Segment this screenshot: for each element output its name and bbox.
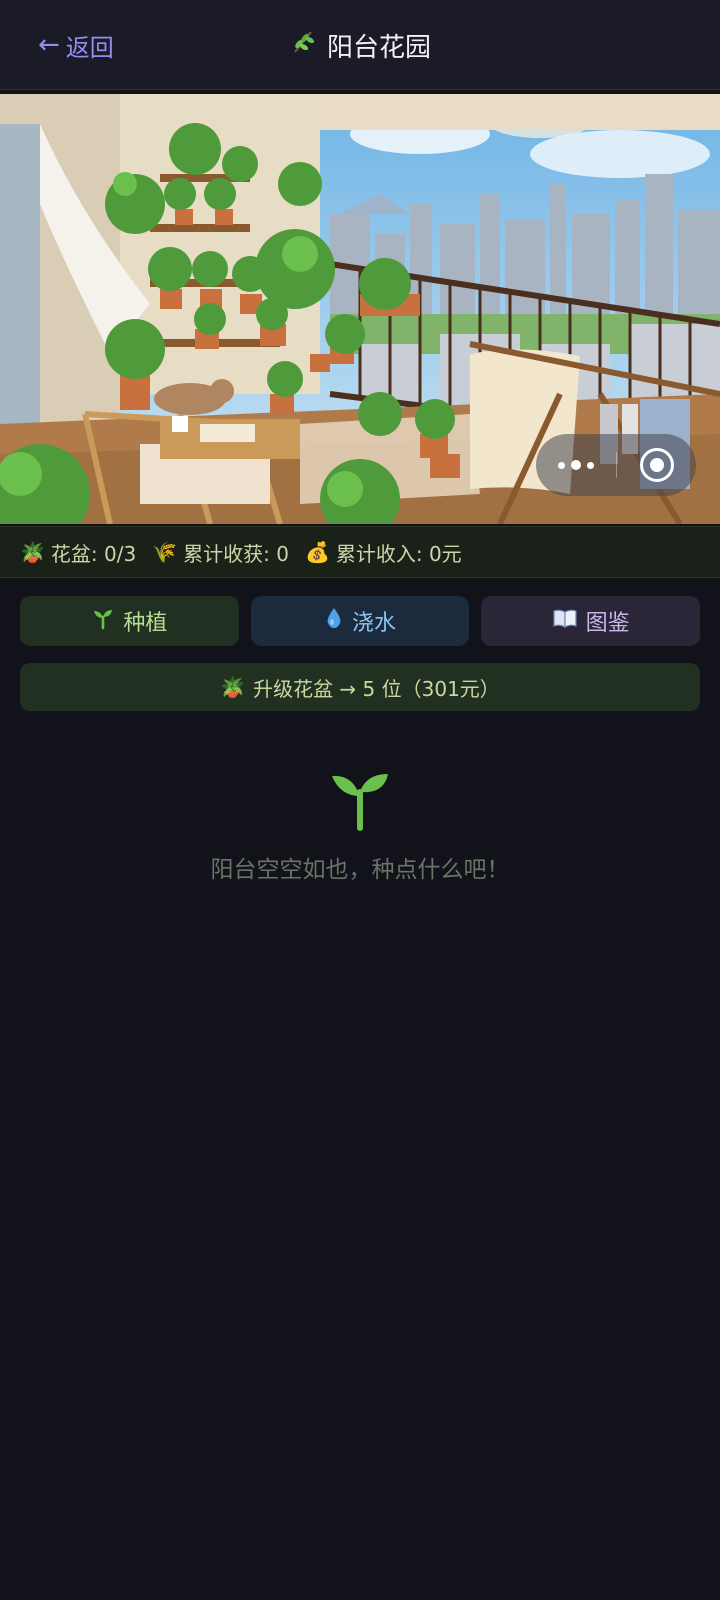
empty-state-message: 阳台空空如也，种点什么吧！ xyxy=(210,857,510,883)
seedling-icon xyxy=(91,606,115,636)
stat-pots-text: 花盆: 0/3 xyxy=(50,541,137,566)
page-title: 阳台花园 xyxy=(0,25,720,65)
seedling-icon xyxy=(328,762,392,832)
water-button[interactable]: 浇水 xyxy=(250,596,470,646)
plant-button[interactable]: 种植 xyxy=(20,596,239,646)
stats-bar: 🪴 花盆: 0/3 🌾 累计收获: 0 💰 累计收入: 0元 xyxy=(0,526,720,578)
close-circle-icon[interactable] xyxy=(617,434,696,496)
more-dots-icon[interactable] xyxy=(536,434,616,496)
balcony-garden-illustration xyxy=(0,94,720,524)
action-row: 种植 浇水 图鉴 xyxy=(20,596,701,646)
droplet-icon xyxy=(324,606,344,636)
guide-button[interactable]: 图鉴 xyxy=(481,596,701,646)
stat-income: 💰 累计收入: 0元 xyxy=(305,538,462,567)
top-header: ← 返回 阳台花园 xyxy=(0,0,720,90)
grain-icon: 🌾 xyxy=(152,540,178,564)
stat-income-text: 累计收入: 0元 xyxy=(335,541,462,566)
potted-plant-icon: 🪴 xyxy=(220,675,246,699)
stat-harvest: 🌾 累计收获: 0 xyxy=(152,538,289,567)
book-icon xyxy=(552,607,578,635)
upgrade-label: 升级花盆 → 5 位（301元） xyxy=(253,676,500,701)
upgrade-pots-button[interactable]: 🪴 升级花盆 → 5 位（301元） xyxy=(20,663,700,711)
money-bag-icon: 💰 xyxy=(304,540,330,564)
potted-plant-icon: 🪴 xyxy=(20,540,45,564)
herb-icon xyxy=(289,28,317,63)
stat-pots: 🪴 花盆: 0/3 xyxy=(20,538,136,567)
mini-program-capsule xyxy=(536,434,696,496)
stat-harvest-text: 累计收获: 0 xyxy=(183,541,289,566)
page-title-text: 阳台花园 xyxy=(326,32,431,63)
water-button-label: 浇水 xyxy=(352,611,397,636)
plant-button-label: 种植 xyxy=(123,611,168,636)
guide-button-label: 图鉴 xyxy=(585,611,630,636)
